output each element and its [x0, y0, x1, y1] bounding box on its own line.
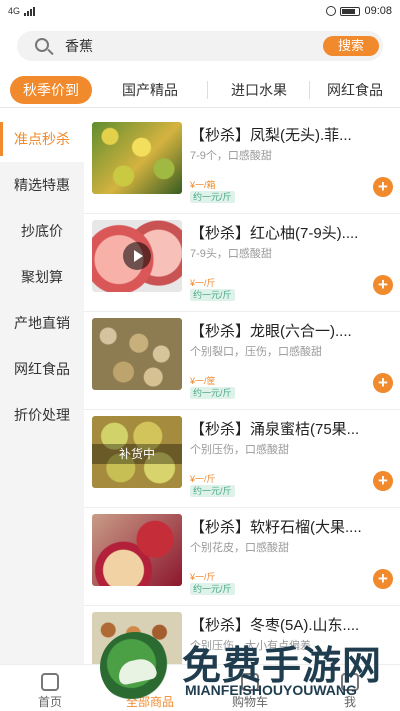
jujube-image	[92, 612, 182, 664]
sidebar-item-bottom-price[interactable]: 抄底价	[0, 208, 84, 254]
add-to-cart-button[interactable]: +	[373, 177, 393, 197]
approx-price-badge: 约一元/斤	[190, 387, 235, 399]
product-card[interactable]: 【秒杀】龙眼(六合一).... 个别裂口，压伤，口感酸甜 ¥一/筐 约一元/斤 …	[84, 312, 400, 410]
sidebar: 准点秒杀 精选特惠 抄底价 聚划算 产地直销 网红食品 折价处理	[0, 116, 84, 664]
play-icon[interactable]	[123, 242, 151, 270]
tab-popular-food[interactable]: 网红食品	[310, 72, 400, 108]
product-image[interactable]	[92, 612, 182, 664]
product-price: ¥一/箱	[190, 180, 216, 190]
product-description: 个别压伤，大小有点偏差	[190, 640, 311, 652]
product-image[interactable]	[92, 318, 182, 390]
clock: 09:08	[364, 5, 392, 17]
nav-label-cart: 购物车	[231, 695, 268, 709]
alarm-icon	[326, 6, 337, 16]
tab-imported-fruit[interactable]: 进口水果	[208, 72, 310, 108]
product-description: 7-9头，口感酸甜	[190, 248, 272, 260]
product-card[interactable]: 【秒杀】冬枣(5A).山东.... 个别压伤，大小有点偏差 +	[84, 606, 400, 664]
bottom-navigation: 首页 全部商品 购物车 我	[0, 664, 400, 711]
nav-all-products[interactable]: 全部商品	[100, 665, 200, 711]
nav-label-profile: 我	[343, 695, 356, 709]
product-card[interactable]: 补货中 【秒杀】涌泉蜜桔(75果... 个别压伤，口感酸甜 ¥一/斤 约一元/斤…	[84, 410, 400, 508]
product-title[interactable]: 【秒杀】冬枣(5A).山东....	[190, 614, 364, 635]
approx-price-badge: 约一元/斤	[190, 583, 235, 595]
product-title[interactable]: 【秒杀】涌泉蜜桔(75果...	[190, 418, 364, 439]
approx-price-badge: 约一元/斤	[190, 191, 235, 203]
product-card[interactable]: 【秒杀】凤梨(无头).菲... 7-9个，口感酸甜 ¥一/箱 约一元/斤 +	[84, 116, 400, 214]
all-products-icon	[141, 673, 159, 691]
cart-icon	[241, 673, 259, 691]
mobile-app-screen: 4G 09:08 搜索 秋季价到 国产精品 进口水果 网红食品 准点秒杀 精选特…	[0, 0, 400, 711]
search-icon	[35, 38, 49, 52]
product-price: ¥一/斤	[190, 572, 216, 582]
product-price: ¥一/筐	[190, 376, 216, 386]
product-image[interactable]	[92, 220, 182, 292]
nav-cart[interactable]: 购物车	[200, 665, 300, 711]
search-bar[interactable]: 搜索	[17, 31, 383, 61]
search-button[interactable]: 搜索	[323, 36, 379, 56]
tab-domestic[interactable]: 国产精品	[92, 72, 208, 108]
product-price: ¥一/斤	[190, 278, 216, 288]
sidebar-item-origin-direct[interactable]: 产地直销	[0, 300, 84, 346]
battery-icon	[340, 6, 361, 16]
category-tabs: 秋季价到 国产精品 进口水果 网红食品	[0, 72, 400, 108]
product-image[interactable]	[92, 514, 182, 586]
nav-home[interactable]: 首页	[0, 665, 100, 711]
product-price: ¥一/斤	[190, 474, 216, 484]
status-right: 09:08	[326, 5, 392, 17]
add-to-cart-button[interactable]: +	[373, 569, 393, 589]
pineapple-image	[92, 122, 182, 194]
nav-profile[interactable]: 我	[300, 665, 400, 711]
signal-icon	[24, 6, 36, 16]
sidebar-item-discount[interactable]: 折价处理	[0, 392, 84, 438]
search-input[interactable]	[65, 31, 320, 61]
status-left: 4G	[8, 6, 36, 16]
approx-price-badge: 约一元/斤	[190, 485, 235, 497]
add-to-cart-button[interactable]: +	[373, 471, 393, 491]
profile-icon	[341, 673, 359, 691]
product-title[interactable]: 【秒杀】软籽石榴(大果....	[190, 516, 364, 537]
product-title[interactable]: 【秒杀】龙眼(六合一)....	[190, 320, 364, 341]
add-to-cart-button[interactable]: +	[373, 275, 393, 295]
product-description: 个别压伤，口感酸甜	[190, 444, 289, 456]
status-bar: 4G 09:08	[0, 0, 400, 22]
nav-label-all-products: 全部商品	[125, 695, 174, 709]
sidebar-item-flash-sale[interactable]: 准点秒杀	[0, 116, 84, 162]
home-icon	[41, 673, 59, 691]
product-description: 7-9个，口感酸甜	[190, 150, 272, 162]
product-list: 【秒杀】凤梨(无头).菲... 7-9个，口感酸甜 ¥一/箱 约一元/斤 + 【…	[84, 116, 400, 664]
sidebar-item-group-buy[interactable]: 聚划算	[0, 254, 84, 300]
sidebar-item-selected-deals[interactable]: 精选特惠	[0, 162, 84, 208]
product-image[interactable]	[92, 122, 182, 194]
nav-label-home: 首页	[37, 695, 62, 709]
pomegranate-image	[92, 514, 182, 586]
tab-autumn-price[interactable]: 秋季价到	[10, 75, 92, 104]
sidebar-item-popular-food[interactable]: 网红食品	[0, 346, 84, 392]
longan-image	[92, 318, 182, 390]
product-card[interactable]: 【秒杀】软籽石榴(大果.... 个别花皮，口感酸甜 ¥一/斤 约一元/斤 +	[84, 508, 400, 606]
sim-label: 4G	[8, 6, 21, 16]
product-image[interactable]: 补货中	[92, 416, 182, 488]
product-title[interactable]: 【秒杀】红心柚(7-9头)....	[190, 222, 364, 243]
approx-price-badge: 约一元/斤	[190, 289, 235, 301]
product-title[interactable]: 【秒杀】凤梨(无头).菲...	[190, 124, 364, 145]
product-description: 个别花皮，口感酸甜	[190, 542, 289, 554]
restock-overlay: 补货中	[92, 444, 182, 464]
product-description: 个别裂口，压伤，口感酸甜	[190, 346, 322, 358]
product-card[interactable]: 【秒杀】红心柚(7-9头).... 7-9头，口感酸甜 ¥一/斤 约一元/斤 +	[84, 214, 400, 312]
add-to-cart-button[interactable]: +	[373, 373, 393, 393]
